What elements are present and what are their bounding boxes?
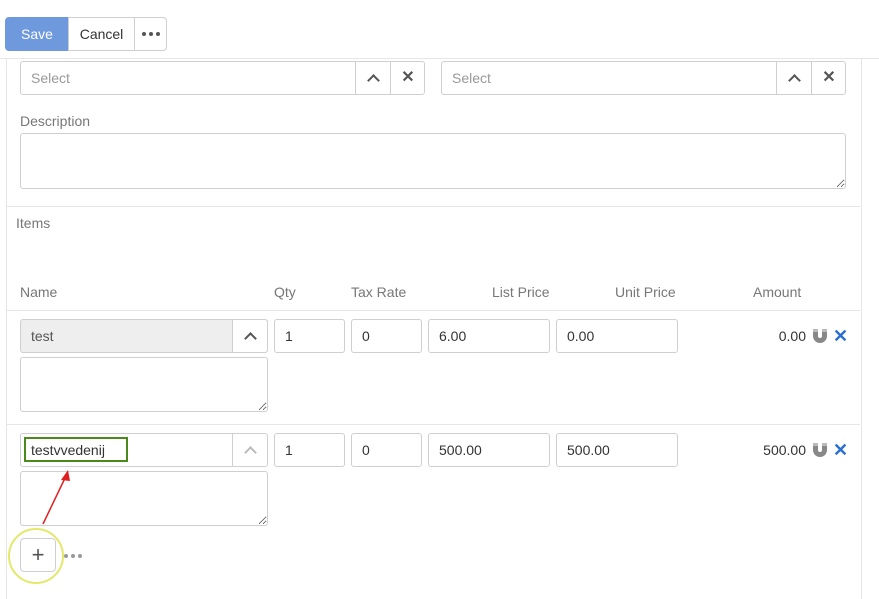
qty-input[interactable]: 1 [274,319,345,353]
tax-rate-input[interactable]: 0 [351,433,422,467]
column-header-amount: Amount [753,284,802,300]
remove-item-icon[interactable]: ✕ [833,327,848,345]
qty-value: 1 [285,328,293,344]
qty-input[interactable]: 1 [274,433,345,467]
more-horizontal-icon [141,32,160,36]
magnet-icon[interactable] [811,441,829,459]
tax-rate-value: 0 [362,442,370,458]
item-description-textarea[interactable] [20,471,268,526]
unit-price-input[interactable]: 500.00 [556,433,678,467]
column-header-qty: Qty [274,284,296,300]
item-name-input[interactable]: test [20,319,268,353]
chevron-up-icon [366,73,380,87]
chevron-up-icon [787,73,801,87]
cancel-button[interactable]: Cancel [68,17,135,51]
unit-price-value: 500.00 [567,442,610,458]
item-amount: 500.00 [763,442,806,458]
chevron-up-icon [243,331,257,345]
save-button[interactable]: Save [5,17,69,51]
more-horizontal-icon[interactable] [64,554,82,558]
section-divider [6,206,860,207]
tax-rate-value: 0 [362,328,370,344]
column-header-unit-price: Unit Price [615,284,676,300]
items-label: Items [16,215,51,231]
unit-price-input[interactable]: 0.00 [556,319,678,353]
item-amount: 0.00 [778,328,806,344]
select-placeholder: Select [452,70,491,86]
list-price-value: 6.00 [439,328,467,344]
list-price-value: 500.00 [439,442,482,458]
row-divider [6,424,860,425]
description-label: Description [20,113,91,129]
remove-item-icon[interactable]: ✕ [833,441,848,459]
magnet-icon[interactable] [811,327,829,345]
column-header-name: Name [20,284,58,300]
select-toggle-button[interactable] [776,62,811,94]
select-clear-button[interactable]: ✕ [811,62,846,94]
item-name-toggle-button[interactable] [232,320,267,352]
column-header-list-price: List Price [492,284,550,300]
highlighted-name-value[interactable]: testvvedenij [24,437,128,462]
description-textarea[interactable] [20,133,846,189]
select-field-left[interactable]: Select ✕ [20,61,425,95]
annotation-circle [8,528,64,584]
list-price-input[interactable]: 6.00 [428,319,550,353]
select-placeholder: Select [31,70,70,86]
close-icon: ✕ [401,69,415,86]
item-name-value: test [31,328,54,344]
item-name-value: testvvedenij [31,442,105,458]
chevron-up-icon [243,445,257,459]
qty-value: 1 [285,442,293,458]
item-name-toggle-button[interactable] [232,434,267,466]
select-field-right[interactable]: Select ✕ [441,61,846,95]
select-clear-button[interactable]: ✕ [390,62,425,94]
more-actions-button[interactable] [134,17,167,51]
unit-price-value: 0.00 [567,328,595,344]
close-icon: ✕ [822,69,836,86]
list-price-input[interactable]: 500.00 [428,433,550,467]
toolbar: Save Cancel [0,0,879,59]
item-description-textarea[interactable] [20,357,268,412]
header-divider [6,310,860,311]
column-header-tax-rate: Tax Rate [351,284,407,300]
tax-rate-input[interactable]: 0 [351,319,422,353]
select-toggle-button[interactable] [355,62,390,94]
